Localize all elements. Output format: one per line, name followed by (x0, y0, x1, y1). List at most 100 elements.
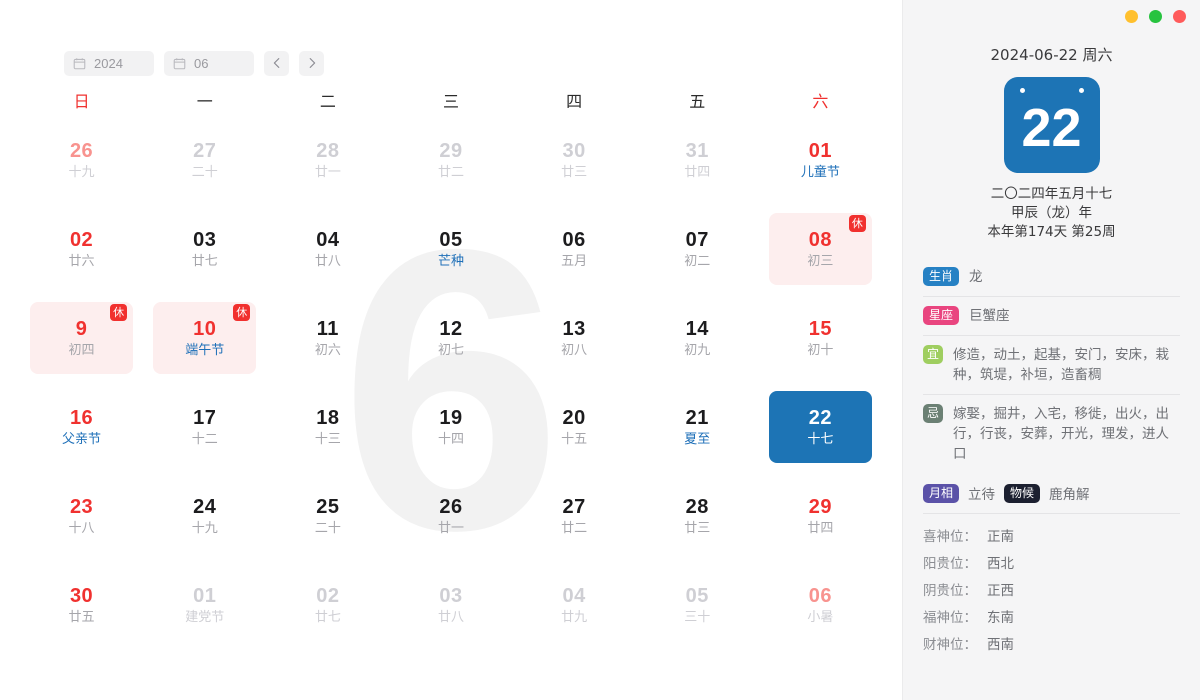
day-cell[interactable]: 15 初十 (769, 302, 872, 374)
month-value: 06 (194, 55, 209, 71)
year-value: 2024 (94, 55, 123, 71)
day-cell[interactable]: 06 小暑 (769, 569, 872, 641)
day-cell[interactable]: 27 廿二 (523, 480, 626, 552)
day-lunar-label: 初四 (68, 343, 95, 358)
calendar-weeks: 26 十九 27 二十 28 廿一 29 廿二 30 廿三 31 廿四 01 儿童节 02 廿六 03 廿七 04 廿… (20, 120, 882, 654)
day-lunar-label: 廿九 (561, 610, 588, 625)
day-cell[interactable]: 07 初二 (646, 213, 749, 285)
position-label: 财神位： (923, 637, 977, 653)
day-lunar-label: 端午节 (185, 343, 225, 358)
position-value: 西南 (987, 637, 1014, 653)
day-cell[interactable]: 02 廿七 (276, 569, 379, 641)
position-value: 正南 (987, 529, 1014, 545)
position-value: 西北 (987, 556, 1014, 572)
day-cell[interactable]: 30 廿五 (30, 569, 133, 641)
day-number: 24 (193, 496, 217, 518)
day-cell[interactable]: 01 儿童节 (769, 124, 872, 196)
prev-month-button[interactable] (264, 50, 289, 76)
day-number: 17 (193, 407, 217, 429)
day-lunar-label: 建党节 (185, 610, 225, 625)
day-cell[interactable]: 24 十九 (153, 480, 256, 552)
day-cell[interactable]: 27 二十 (153, 124, 256, 196)
day-lunar-label: 初三 (807, 254, 834, 269)
day-cell[interactable]: 20 十五 (523, 391, 626, 463)
day-cell[interactable]: 31 廿四 (646, 124, 749, 196)
day-cell[interactable]: 12 初七 (399, 302, 502, 374)
chevron-right-icon (305, 56, 319, 70)
position-label: 阴贵位： (923, 583, 977, 599)
maximize-dot[interactable] (1149, 10, 1162, 23)
day-cell[interactable]: 14 初九 (646, 302, 749, 374)
day-lunar-label: 十七 (807, 432, 834, 447)
month-picker[interactable]: 06 (164, 50, 254, 76)
day-cell[interactable]: 02 廿六 (30, 213, 133, 285)
day-number: 20 (562, 407, 586, 429)
calendar-icon (73, 57, 86, 70)
day-cell[interactable]: 11 初六 (276, 302, 379, 374)
day-of-year: 本年第174天 第25周 (987, 224, 1116, 240)
day-cell[interactable]: 9 初四 休 (30, 302, 134, 374)
day-number: 05 (685, 585, 709, 607)
day-cell[interactable]: 10 端午节 休 (153, 302, 257, 374)
day-cell[interactable]: 05 三十 (646, 569, 749, 641)
day-cell[interactable]: 26 十九 (30, 124, 133, 196)
position-row: 阴贵位： 正西 (923, 578, 1180, 605)
day-lunar-label: 芒种 (437, 254, 464, 269)
window-controls (1125, 10, 1186, 23)
day-cell[interactable]: 25 二十 (276, 480, 379, 552)
day-cell[interactable]: 21 夏至 (646, 391, 749, 463)
position-value: 正西 (987, 583, 1014, 599)
phase-value: 鹿角解 (1049, 487, 1090, 503)
year-picker[interactable]: 2024 (64, 50, 154, 76)
day-cell[interactable]: 30 廿三 (523, 124, 626, 196)
next-month-button[interactable] (299, 50, 324, 76)
day-lunar-label: 廿二 (437, 165, 464, 180)
day-lunar-label: 二十 (191, 165, 218, 180)
day-cell[interactable]: 01 建党节 (153, 569, 256, 641)
day-lunar-label: 小暑 (807, 610, 834, 625)
day-number: 18 (316, 407, 340, 429)
day-lunar-label: 廿七 (314, 610, 341, 625)
day-cell[interactable]: 08 初三 休 (768, 213, 872, 285)
weekday-label-2: 二 (319, 92, 336, 111)
day-cell[interactable]: 29 廿二 (399, 124, 502, 196)
day-number: 03 (193, 229, 217, 251)
day-cell[interactable]: 16 父亲节 (30, 391, 133, 463)
pin-right-icon (1078, 88, 1084, 93)
detail-row-text: 嫁娶，掘井，入宅，移徙，出火，出行，行丧，安葬，开光，理发，进人口 (953, 406, 1169, 462)
phase-tag: 物候 (1004, 483, 1041, 503)
day-number: 10 (193, 318, 217, 340)
position-row: 财神位： 西南 (923, 632, 1180, 659)
calendar-panel: 2024 06 6 日一二三四五六 26 十九 27 二十 28 廿一 29 廿… (0, 0, 902, 700)
day-cell[interactable]: 22 十七 (768, 391, 872, 463)
detail-row: 忌嫁娶，掘井，入宅，移徙，出火，出行，行丧，安葬，开光，理发，进人口 (923, 395, 1180, 473)
detail-row-tag: 忌 (923, 404, 943, 423)
close-dot[interactable] (1173, 10, 1186, 23)
day-cell[interactable]: 03 廿八 (399, 569, 502, 641)
day-cell[interactable]: 28 廿三 (646, 480, 749, 552)
calendar-week-row: 23 十八 24 十九 25 二十 26 廿一 27 廿二 28 廿三 29 廿四 (20, 476, 882, 565)
day-lunar-label: 十九 (68, 165, 95, 180)
day-cell[interactable]: 23 十八 (30, 480, 133, 552)
day-cell[interactable]: 26 廿一 (399, 480, 502, 552)
day-cell[interactable]: 03 廿七 (153, 213, 256, 285)
day-number: 02 (316, 585, 340, 607)
day-cell[interactable]: 18 十三 (276, 391, 379, 463)
day-lunar-label: 十五 (561, 432, 588, 447)
minimize-dot[interactable] (1125, 10, 1138, 23)
day-cell[interactable]: 13 初八 (523, 302, 626, 374)
day-cell[interactable]: 05 芒种 (399, 213, 502, 285)
day-cell[interactable]: 17 十二 (153, 391, 256, 463)
day-cell[interactable]: 29 廿四 (769, 480, 872, 552)
day-cell[interactable]: 19 十四 (399, 391, 502, 463)
day-lunar-label: 廿一 (314, 165, 341, 180)
detail-row-tag: 星座 (923, 306, 960, 325)
position-label: 福神位： (923, 610, 977, 626)
day-lunar-label: 廿二 (561, 521, 588, 536)
day-cell[interactable]: 04 廿八 (276, 213, 379, 285)
calendar-week-row: 26 十九 27 二十 28 廿一 29 廿二 30 廿三 31 廿四 01 儿童节 (20, 120, 882, 209)
day-cell[interactable]: 28 廿一 (276, 124, 379, 196)
day-number: 06 (808, 585, 833, 607)
day-cell[interactable]: 04 廿九 (523, 569, 626, 641)
day-cell[interactable]: 06 五月 (523, 213, 626, 285)
